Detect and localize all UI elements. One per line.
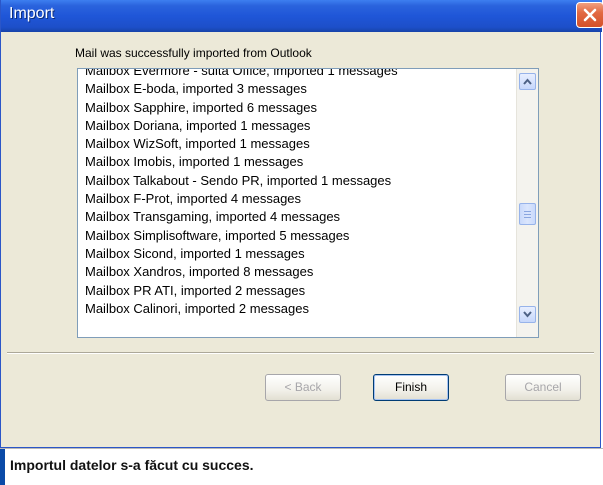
- list-item: Mailbox Sapphire, imported 6 messages: [85, 99, 317, 115]
- import-dialog: Import Mail was successfully imported fr…: [0, 0, 603, 448]
- caption-accent-bar: [0, 449, 5, 485]
- import-log-items: Mailbox Evermore - suita Office, importe…: [85, 68, 505, 318]
- cancel-button[interactable]: Cancel: [505, 374, 581, 401]
- window-title: Import: [9, 5, 55, 22]
- thumb-grip: [524, 217, 531, 218]
- chevron-up-icon: [523, 78, 532, 85]
- list-item: Mailbox Calinori, imported 2 messages: [85, 300, 309, 316]
- thumb-grip: [524, 211, 531, 212]
- scroll-down-button[interactable]: [519, 306, 536, 323]
- list-item: Mailbox PR ATI, imported 2 messages: [85, 282, 306, 298]
- list-item: Mailbox Doriana, imported 1 messages: [85, 117, 311, 133]
- list-item: Mailbox Sicond, imported 1 messages: [85, 245, 305, 261]
- thumb-grip: [524, 214, 531, 215]
- list-item: Mailbox Xandros, imported 8 messages: [85, 264, 314, 280]
- list-item: Mailbox F-Prot, imported 4 messages: [85, 191, 302, 207]
- scrollbar-thumb[interactable]: [519, 203, 536, 225]
- list-item: Mailbox Talkabout - Sendo PR, imported 1…: [85, 172, 392, 188]
- list-item: Mailbox Imobis, imported 1 messages: [85, 154, 304, 170]
- scroll-up-button[interactable]: [519, 73, 536, 90]
- list-item: Mailbox Transgaming, imported 4 messages: [85, 209, 341, 225]
- close-button[interactable]: [576, 2, 603, 28]
- import-status-heading: Mail was successfully imported from Outl…: [75, 46, 312, 60]
- caption-text: Importul datelor s-a făcut cu succes.: [10, 457, 254, 473]
- close-icon: [583, 8, 597, 22]
- back-button[interactable]: < Back: [265, 374, 341, 401]
- import-log-list[interactable]: Mailbox Evermore - suita Office, importe…: [77, 68, 539, 338]
- vertical-scrollbar[interactable]: [516, 69, 538, 337]
- figure-caption: Importul datelor s-a făcut cu succes.: [0, 448, 603, 485]
- button-divider: [7, 352, 594, 354]
- finish-button[interactable]: Finish: [373, 374, 449, 401]
- list-item: Mailbox Evermore - suita Office, importe…: [85, 68, 398, 78]
- list-item: Mailbox WizSoft, imported 1 messages: [85, 136, 310, 152]
- list-item: Mailbox E-boda, imported 3 messages: [85, 81, 307, 97]
- chevron-down-icon: [523, 311, 532, 318]
- title-bar[interactable]: Import: [1, 0, 603, 32]
- list-item: Mailbox Simplisoftware, imported 5 messa…: [85, 227, 350, 243]
